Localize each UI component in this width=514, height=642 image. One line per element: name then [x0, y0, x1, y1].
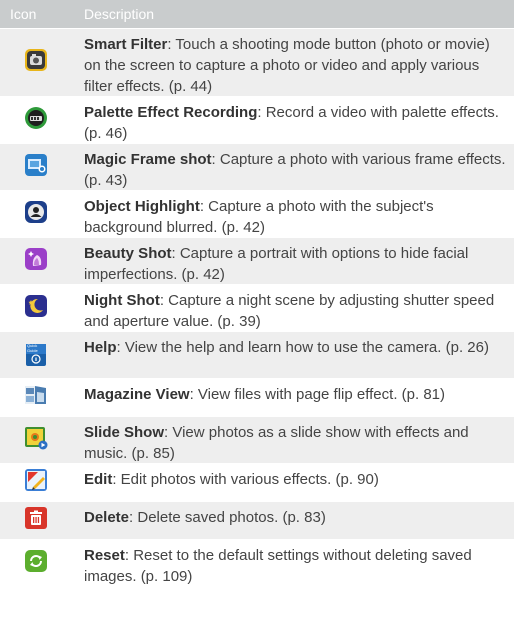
delete-icon	[24, 506, 48, 535]
row-description: Smart Filter: Touch a shooting mode butt…	[84, 36, 490, 95]
table-row: Edit: Edit photos with various effects. …	[0, 463, 514, 501]
table-row: Night Shot: Capture a night scene by adj…	[0, 284, 514, 331]
header-description-column: Description	[84, 6, 155, 22]
edit-icon	[24, 468, 48, 497]
row-description: Delete: Delete saved photos. (p. 83)	[84, 509, 326, 526]
table-row: Beauty Shot: Capture a portrait with opt…	[0, 237, 514, 284]
table-row: Smart Filter: Touch a shooting mode butt…	[0, 28, 514, 96]
help-icon: Quick Guide	[24, 343, 48, 367]
row-description: Edit: Edit photos with various effects. …	[84, 471, 379, 488]
row-description: Beauty Shot: Capture a portrait with opt…	[84, 245, 469, 283]
row-description: Magazine View: View files with page flip…	[84, 386, 446, 403]
magazine-view-icon	[24, 383, 48, 412]
row-description: Palette Effect Recording: Record a video…	[84, 104, 499, 142]
table-row: Reset: Reset to the default settings wit…	[0, 539, 514, 586]
palette-effect-icon	[24, 106, 48, 135]
object-highlight-icon	[24, 200, 48, 229]
table-row: Object Highlight: Capture a photo with t…	[0, 190, 514, 237]
row-description: Slide Show: View photos as a slide show …	[84, 424, 469, 462]
table-row: Magazine View: View files with page flip…	[0, 378, 514, 416]
table-header: Icon Description	[0, 0, 514, 28]
smart-filter-icon	[24, 48, 48, 77]
row-description: Night Shot: Capture a night scene by adj…	[84, 292, 495, 330]
night-shot-icon	[24, 294, 48, 323]
table-row: Delete: Delete saved photos. (p. 83)	[0, 501, 514, 539]
slide-show-icon	[24, 426, 48, 455]
reset-icon	[24, 549, 48, 578]
icon-description-table: Icon Description Smart Filter: Touch a s…	[0, 0, 514, 586]
header-icon-column: Icon	[10, 6, 37, 22]
row-description: Reset: Reset to the default settings wit…	[84, 547, 472, 585]
table-row: Slide Show: View photos as a slide show …	[0, 416, 514, 463]
row-description: Object Highlight: Capture a photo with t…	[84, 198, 434, 236]
row-description: Magic Frame shot: Capture a photo with v…	[84, 151, 506, 189]
table-row: Palette Effect Recording: Record a video…	[0, 96, 514, 143]
row-description: Help: View the help and learn how to use…	[84, 339, 489, 356]
beauty-shot-icon	[24, 247, 48, 276]
table-row: Quick Guide Help: View the help and lear…	[0, 331, 514, 378]
table-row: Magic Frame shot: Capture a photo with v…	[0, 143, 514, 190]
help-icon-label: Quick Guide	[27, 343, 38, 353]
magic-frame-icon	[24, 153, 48, 182]
